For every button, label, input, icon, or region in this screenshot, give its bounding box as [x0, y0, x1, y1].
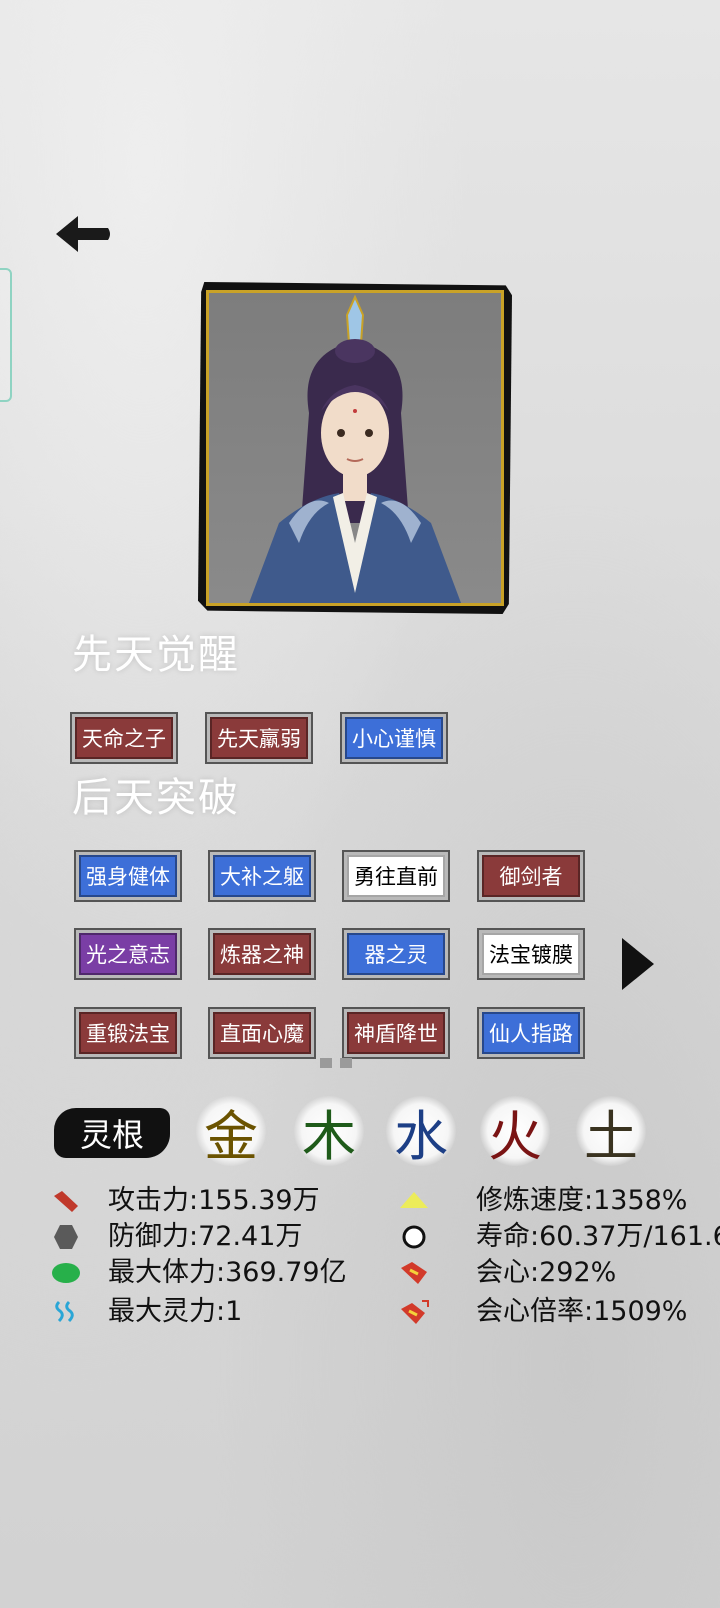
stat-right-2: 会心:292%: [476, 1257, 617, 1288]
stat-left-3: 最大灵力:1: [108, 1296, 243, 1327]
health-icon: [50, 1260, 82, 1286]
element-root-3: 水: [386, 1096, 456, 1168]
breakthrough-trait-tag[interactable]: 器之灵: [342, 928, 450, 980]
element-root-4: 火: [480, 1096, 550, 1168]
breakthrough-trait-tag[interactable]: 炼器之神: [208, 928, 316, 980]
cultivation-speed-icon: [398, 1188, 430, 1214]
breakthrough-trait-tag[interactable]: 御剑者: [477, 850, 585, 902]
breakthrough-trait-tag[interactable]: 直面心魔: [208, 1007, 316, 1059]
awakening-title: 先天觉醒: [72, 632, 240, 678]
awakening-trait-tag[interactable]: 先天羸弱: [205, 712, 313, 764]
breakthrough-trait-tag[interactable]: 法宝镀膜: [477, 928, 585, 980]
awakening-trait-tag[interactable]: 天命之子: [70, 712, 178, 764]
breakthrough-trait-tag[interactable]: 仙人指路: [477, 1007, 585, 1059]
stat-right-3: 会心倍率:1509%: [476, 1296, 688, 1327]
page-dot: [320, 1058, 332, 1068]
stat-right-1: 寿命:60.37万/161.6: [476, 1221, 720, 1252]
spirit-icon: [50, 1299, 82, 1325]
stat-right-0: 修炼速度:1358%: [476, 1185, 688, 1216]
triangle-right-icon: [622, 938, 654, 990]
back-button[interactable]: [52, 210, 116, 258]
spirit-root-label: 灵根: [54, 1108, 170, 1158]
defense-icon: [50, 1224, 82, 1250]
breakthrough-trait-tag[interactable]: 大补之躯: [208, 850, 316, 902]
back-arrow-icon: [56, 216, 110, 252]
awakening-trait-tag[interactable]: 小心谨慎: [340, 712, 448, 764]
breakthrough-trait-tag[interactable]: 神盾降世: [342, 1007, 450, 1059]
breakthrough-trait-tag[interactable]: 光之意志: [74, 928, 182, 980]
attack-icon: [50, 1188, 82, 1214]
character-illustration: [249, 294, 461, 603]
breakthrough-trait-tag[interactable]: 强身健体: [74, 850, 182, 902]
critical-icon: [398, 1260, 430, 1286]
element-root-1: 金: [196, 1096, 266, 1168]
stat-left-1: 防御力:72.41万: [108, 1221, 303, 1252]
page-indicator: [320, 1058, 352, 1068]
element-root-2: 木: [294, 1096, 364, 1168]
stat-left-2: 最大体力:369.79亿: [108, 1257, 347, 1288]
lifespan-icon: [398, 1224, 430, 1250]
page-dot: [340, 1058, 352, 1068]
character-portrait: [206, 290, 504, 606]
breakthrough-trait-tag[interactable]: 重锻法宝: [74, 1007, 182, 1059]
character-portrait-frame: [198, 282, 512, 614]
breakthrough-trait-tag[interactable]: 勇往直前: [342, 850, 450, 902]
critical-multiplier-icon: [398, 1299, 430, 1325]
element-root-5: 土: [576, 1096, 646, 1168]
stat-left-0: 攻击力:155.39万: [108, 1185, 320, 1216]
side-drawer-tab[interactable]: [0, 268, 12, 402]
breakthrough-title: 后天突破: [72, 775, 240, 821]
next-page-button[interactable]: [620, 936, 656, 992]
